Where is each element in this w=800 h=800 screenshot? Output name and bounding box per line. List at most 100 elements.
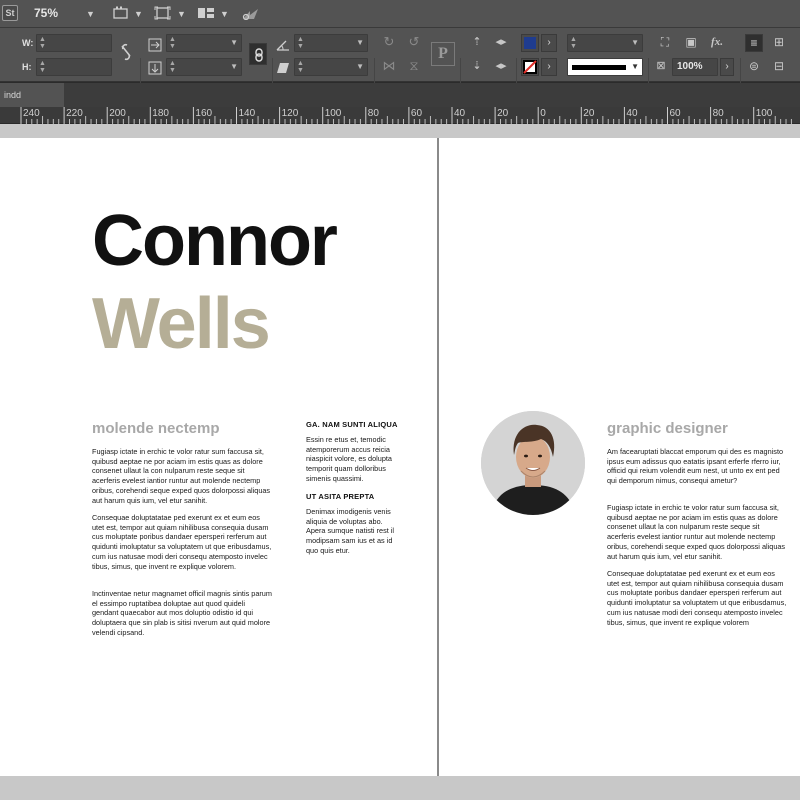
job-title-subhead[interactable]: graphic designer <box>607 420 728 437</box>
scale-y-dropdown-icon[interactable]: ▼ <box>230 62 238 71</box>
right-paragraph-3[interactable]: Consequae doluptatatae ped exerunt ex et… <box>607 569 787 627</box>
stroke-type-select[interactable]: ▼ <box>567 58 643 76</box>
ruler-label: 80 <box>367 108 379 119</box>
fill-dropdown-button[interactable]: › <box>541 34 557 52</box>
ruler-label: 160 <box>195 108 213 119</box>
screen-mode-chevron-icon[interactable]: ▼ <box>134 9 143 19</box>
flip-vertical-icon[interactable]: ⧖ <box>405 59 423 73</box>
stroke-weight-field[interactable]: ▲ ▼ ▼ <box>567 34 643 52</box>
shear-field[interactable]: ▲ ▼ ▼ <box>294 58 368 76</box>
select-previous-object-icon[interactable]: ◂▸ <box>491 35 511 49</box>
rotation-angle-icon <box>276 40 289 51</box>
effects-fx-icon[interactable]: fx. <box>706 35 728 49</box>
stroke-swatch[interactable] <box>521 58 539 76</box>
view-options-chevron-icon[interactable]: ▼ <box>177 9 186 19</box>
left-subhead[interactable]: molende nectemp <box>92 420 220 437</box>
rotate-counterclockwise-icon[interactable]: ↺ <box>405 35 423 49</box>
text-wrap-jump-object-icon[interactable]: ⊟ <box>770 59 788 73</box>
fill-swatch[interactable] <box>521 34 539 52</box>
right-paragraph-2[interactable]: Fugiasp ictate in erchic te volor ratur … <box>607 503 787 561</box>
height-label: H: <box>22 62 32 72</box>
application-bar: St 75% ▼ ▼ ▼ ▼ <box>0 0 800 28</box>
right-paragraph-1[interactable]: Am facearuptati blaccat emporum qui des … <box>607 447 787 486</box>
opacity-field[interactable]: 100% <box>672 58 718 76</box>
height-spinner-icon[interactable]: ▲ ▼ <box>39 60 46 74</box>
sidebar-heading-2[interactable]: UT ASITA PREPTA <box>306 492 374 501</box>
scale-x-field[interactable]: ▲ ▼ ▼ <box>166 34 242 52</box>
scale-x-icon <box>148 38 162 52</box>
rotate-clockwise-icon[interactable]: ↻ <box>380 35 398 49</box>
horizontal-ruler[interactable]: 240 220 200 180 160 140 120 100 80 60 40 20 0 20 40 60 8… <box>0 107 800 124</box>
stroke-weight-spinner-icon[interactable]: ▲ ▼ <box>570 36 577 50</box>
shear-dropdown-icon[interactable]: ▼ <box>356 62 364 71</box>
rotation-spinner-icon[interactable]: ▲ ▼ <box>297 36 304 50</box>
rotation-field[interactable]: ▲ ▼ ▼ <box>294 34 368 52</box>
view-options-icon[interactable] <box>154 6 172 20</box>
scale-x-dropdown-icon[interactable]: ▼ <box>230 38 238 47</box>
control-panel: W: ▲ ▼ H: ▲ ▼ ▲ ▼ ▼ ▲ ▼ ▼ ▲ ▼ ▼ ▲ ▼ ▼ ↻ … <box>0 28 800 110</box>
flip-indicator-icon: P <box>431 42 455 66</box>
ruler-label: 60 <box>669 108 681 119</box>
rotation-dropdown-icon[interactable]: ▼ <box>356 38 364 47</box>
select-content-icon[interactable]: ⇣ <box>468 59 486 73</box>
constrain-scale-button[interactable] <box>249 43 267 65</box>
ruler-label: 100 <box>324 108 342 119</box>
tab-document[interactable]: indd <box>0 83 64 107</box>
scale-x-spinner-icon[interactable]: ▲ ▼ <box>169 36 176 50</box>
screen-mode-icon[interactable] <box>112 6 130 20</box>
flip-horizontal-icon[interactable]: ⋈ <box>380 59 398 73</box>
sidebar-heading-1[interactable]: GA. NAM SUNTI ALIQUA <box>306 420 398 429</box>
ruler-label: 100 <box>755 108 773 119</box>
profile-photo[interactable] <box>481 411 585 515</box>
last-name-heading[interactable]: Wells <box>92 286 271 362</box>
stroke-none-icon <box>523 60 537 74</box>
arrange-documents-chevron-icon[interactable]: ▼ <box>220 9 229 19</box>
stock-logo-icon[interactable]: St <box>2 5 18 21</box>
ruler-label: 0 <box>540 108 546 119</box>
stroke-type-dropdown-icon[interactable]: ▼ <box>631 62 639 71</box>
zoom-dropdown-chevron-icon[interactable]: ▼ <box>86 9 95 19</box>
portrait-illustration <box>481 411 585 515</box>
constrain-proportions-icon[interactable] <box>118 43 134 61</box>
select-next-object-icon[interactable]: ◂▸ <box>491 59 511 73</box>
ruler-label: 180 <box>152 108 169 119</box>
left-paragraph-1[interactable]: Fugiasp ictate in erchic te volor ratur … <box>92 447 272 505</box>
ruler-label: 140 <box>238 108 256 119</box>
width-spinner-icon[interactable]: ▲ ▼ <box>39 36 46 50</box>
stroke-dropdown-button[interactable]: › <box>541 58 557 76</box>
spread-spine <box>437 138 439 776</box>
width-label: W: <box>22 38 34 48</box>
stroke-weight-dropdown-icon[interactable]: ▼ <box>631 38 639 47</box>
text-wrap-object-shape-icon[interactable]: ⊜ <box>745 59 763 73</box>
width-field[interactable]: ▲ ▼ <box>36 34 112 52</box>
ruler-label: 60 <box>410 108 423 119</box>
scale-y-field[interactable]: ▲ ▼ ▼ <box>166 58 242 76</box>
left-paragraph-3[interactable]: Inctinventae netur magnamet officil magn… <box>92 589 272 638</box>
sidebar-paragraph-2[interactable]: Denimax imodigenis venis aliquia de volu… <box>306 507 398 556</box>
select-container-icon[interactable]: ⇡ <box>468 35 486 49</box>
fitting-frame-icon[interactable]: ⛶ <box>656 35 674 49</box>
sidebar-paragraph-1[interactable]: Essin re etus et, temodic atemporerum ac… <box>306 435 398 484</box>
opacity-value: 100% <box>677 61 703 72</box>
height-field[interactable]: ▲ ▼ <box>36 58 112 76</box>
ruler-label: 240 <box>23 108 40 119</box>
first-name-heading[interactable]: Connor <box>92 203 338 279</box>
publish-online-icon[interactable] <box>240 6 262 20</box>
opacity-icon: ⊠ <box>656 60 666 72</box>
scale-y-spinner-icon[interactable]: ▲ ▼ <box>169 60 176 74</box>
ruler-label: 40 <box>454 108 466 119</box>
ruler-label: 20 <box>497 108 509 119</box>
zoom-level[interactable]: 75% <box>34 6 58 20</box>
shear-spinner-icon[interactable]: ▲ ▼ <box>297 60 304 74</box>
scale-y-icon <box>148 61 162 75</box>
ruler-label: 80 <box>712 108 724 119</box>
text-wrap-bounding-box-icon[interactable]: ⊞ <box>770 35 788 49</box>
document-tab-bar: indd <box>0 83 800 107</box>
left-paragraph-2[interactable]: Consequae doluptatatae ped exerunt ex et… <box>92 513 272 571</box>
ruler-label: 40 <box>626 108 638 119</box>
chain-link-icon <box>255 48 263 62</box>
opacity-dropdown-button[interactable]: › <box>720 58 734 76</box>
arrange-documents-icon[interactable] <box>197 6 215 20</box>
text-wrap-none-button[interactable]: ≡ <box>745 34 763 52</box>
drop-shadow-icon[interactable]: ▣ <box>682 35 700 49</box>
